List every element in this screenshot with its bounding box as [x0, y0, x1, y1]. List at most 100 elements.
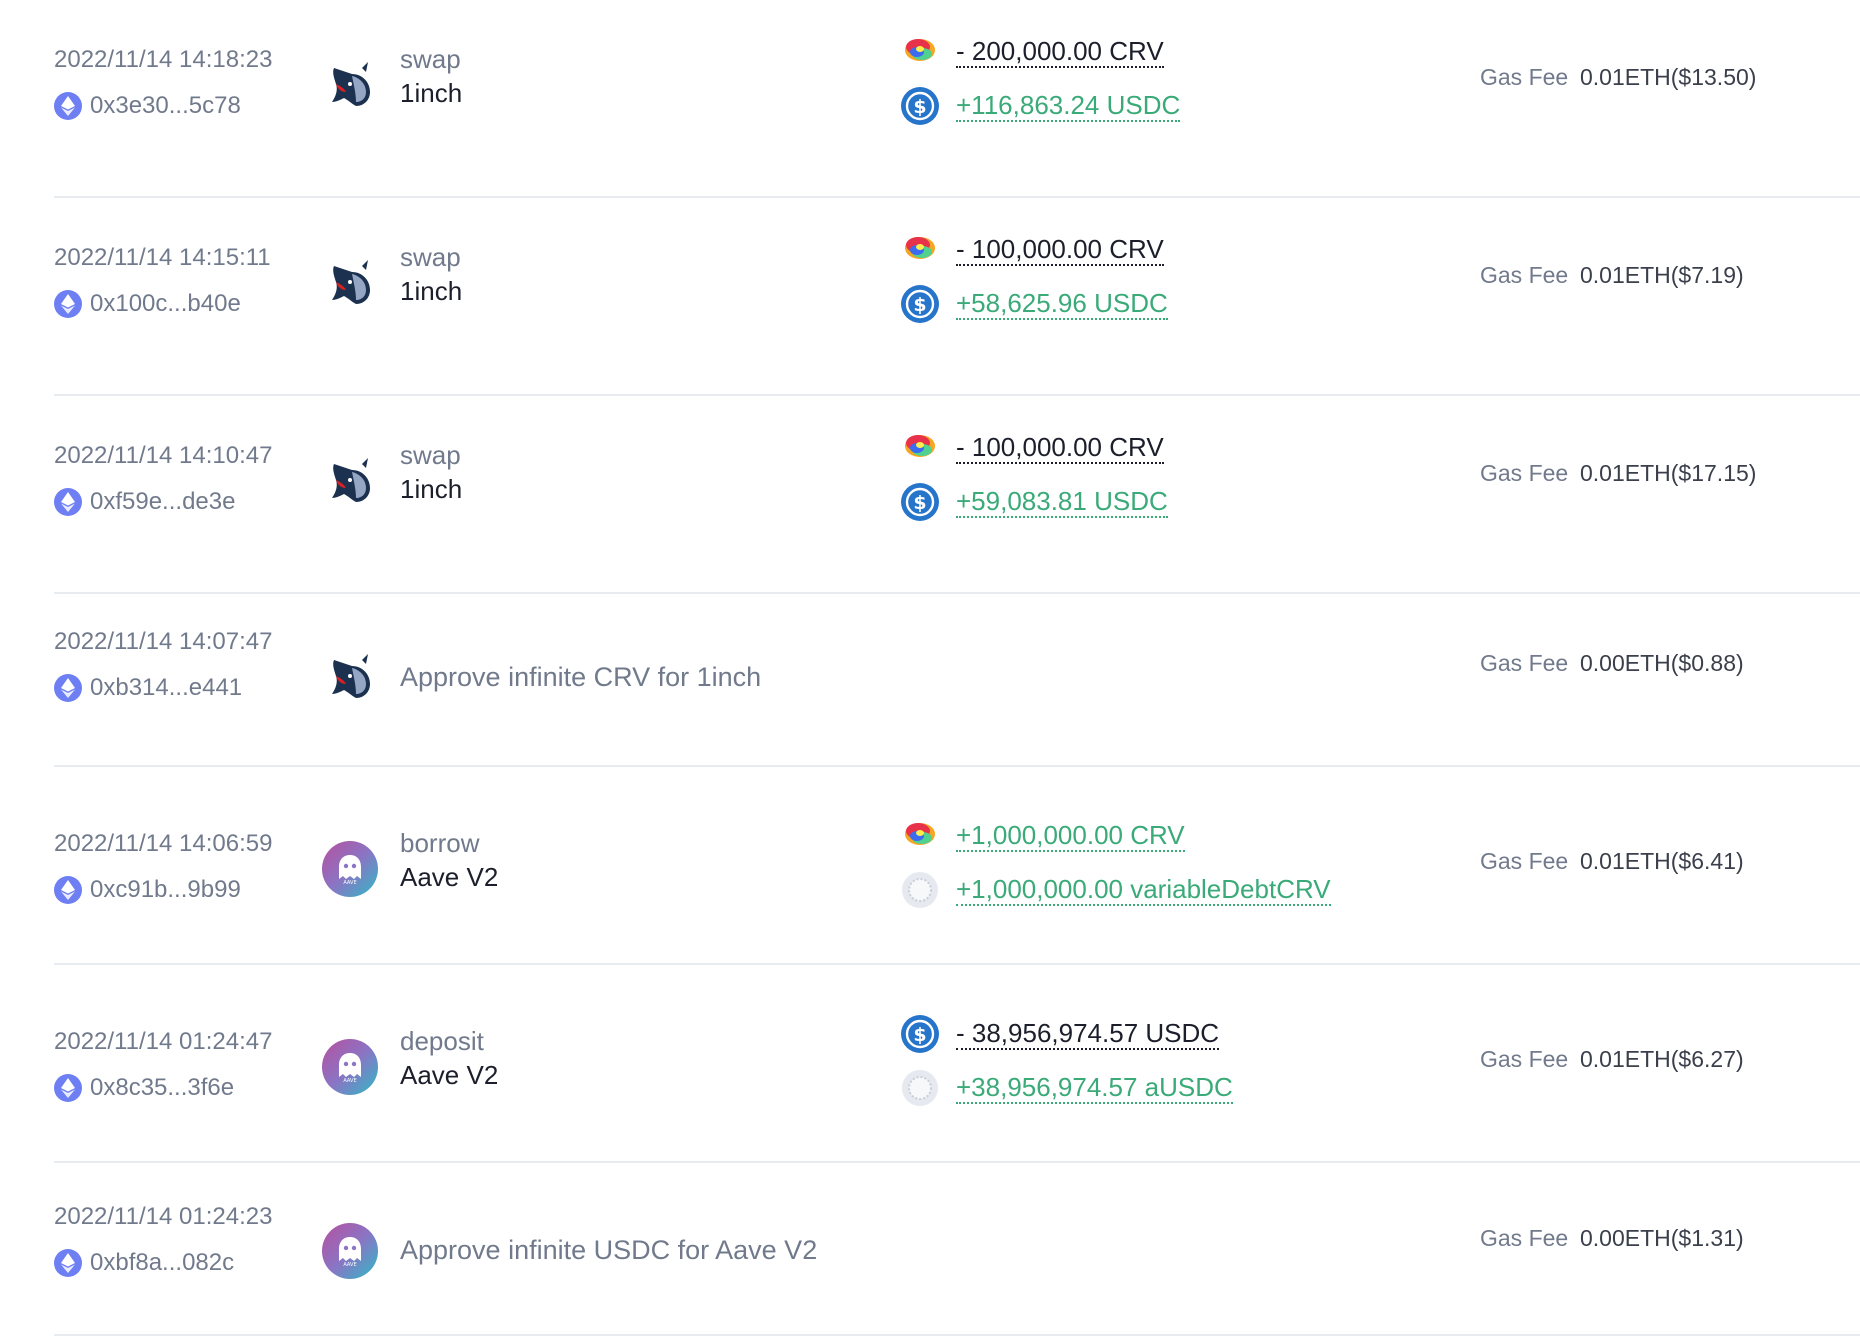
ethereum-icon: [54, 290, 82, 318]
token-amount[interactable]: - 100,000.00 CRV: [956, 234, 1164, 266]
tx-hash-link[interactable]: 0x100c...b40e: [54, 290, 241, 318]
token-change: $ +58,625.96 USDC: [900, 284, 1168, 324]
token-change: - 100,000.00 CRV: [900, 428, 1164, 468]
svg-text:$: $: [913, 492, 926, 514]
token-amount[interactable]: +59,083.81 USDC: [956, 486, 1168, 518]
protocol-name[interactable]: 1inch: [400, 276, 462, 307]
token-amount[interactable]: +58,625.96 USDC: [956, 288, 1168, 320]
gas-fee-value: 0.00ETH($0.88): [1580, 650, 1744, 676]
token-change: - 200,000.00 CRV: [900, 32, 1164, 72]
gas-fee-value: 0.00ETH($1.31): [1580, 1225, 1744, 1251]
crv-icon: [905, 823, 935, 845]
tx-timestamp: 2022/11/14 01:24:47: [54, 1028, 273, 1055]
tx-action: swap: [400, 242, 461, 272]
tx-hash: 0xc91b...9b99: [90, 876, 241, 903]
gas-fee-value: 0.01ETH($7.19): [1580, 262, 1744, 288]
ethereum-icon: [54, 1249, 82, 1277]
unicorn-1inch-icon: [322, 650, 378, 706]
tx-hash-link[interactable]: 0xf59e...de3e: [54, 488, 235, 516]
tx-timestamp: 2022/11/14 01:24:23: [54, 1203, 273, 1230]
svg-text:AAVE: AAVE: [343, 1078, 356, 1083]
transaction-row: 2022/11/14 14:18:23 0x3e30...5c78 swap 1…: [54, 0, 1860, 198]
crv-icon: [905, 237, 935, 259]
tx-timestamp: 2022/11/14 14:18:23: [54, 46, 273, 73]
crv-icon: [905, 435, 935, 457]
tx-hash-link[interactable]: 0xbf8a...082c: [54, 1249, 234, 1277]
tx-action: borrow: [400, 828, 480, 858]
gas-fee-value: 0.01ETH($6.27): [1580, 1046, 1744, 1072]
gas-fee-label: Gas Fee: [1480, 848, 1569, 874]
token-change: $ - 38,956,974.57 USDC: [900, 1014, 1220, 1054]
tx-hash: 0x100c...b40e: [90, 290, 241, 317]
unicorn-1inch-icon: [322, 454, 378, 510]
protocol-name[interactable]: 1inch: [400, 474, 462, 505]
tx-hash-link[interactable]: 0x8c35...3f6e: [54, 1074, 234, 1102]
token-amount[interactable]: - 100,000.00 CRV: [956, 432, 1164, 464]
protocol-name[interactable]: Aave V2: [400, 1060, 498, 1091]
usdc-icon: $: [901, 1015, 939, 1053]
token-change: $ +116,863.24 USDC: [900, 86, 1181, 126]
gas-fee-label: Gas Fee: [1480, 262, 1569, 288]
tx-action: swap: [400, 44, 461, 74]
tx-hash: 0xbf8a...082c: [90, 1249, 235, 1276]
ethereum-icon: [54, 488, 82, 516]
transaction-row: 2022/11/14 14:06:59 0xc91b...9b99 AAVE b…: [54, 767, 1860, 965]
tx-timestamp: 2022/11/14 14:07:47: [54, 628, 273, 655]
generic-token-icon: [902, 1070, 938, 1106]
unicorn-1inch-icon: [322, 58, 378, 114]
tx-hash-link[interactable]: 0x3e30...5c78: [54, 92, 241, 120]
usdc-icon: $: [901, 285, 939, 323]
svg-text:AAVE: AAVE: [343, 1262, 356, 1267]
token-change: $ +59,083.81 USDC: [900, 482, 1168, 522]
svg-text:AAVE: AAVE: [343, 880, 356, 885]
unicorn-1inch-icon: [322, 256, 378, 312]
usdc-icon: $: [901, 483, 939, 521]
protocol-name[interactable]: Aave V2: [400, 862, 498, 893]
tx-timestamp: 2022/11/14 14:06:59: [54, 830, 273, 857]
svg-text:$: $: [913, 96, 926, 118]
svg-text:$: $: [913, 294, 926, 316]
gas-fee-label: Gas Fee: [1480, 1225, 1569, 1251]
ethereum-icon: [54, 674, 82, 702]
gas-fee-value: 0.01ETH($17.15): [1580, 460, 1757, 486]
gas-fee-label: Gas Fee: [1480, 650, 1569, 676]
tx-hash-link[interactable]: 0xb314...e441: [54, 674, 242, 702]
token-amount[interactable]: +38,956,974.57 aUSDC: [956, 1072, 1233, 1104]
aave-ghost-icon: AAVE: [322, 1223, 378, 1279]
ethereum-icon: [54, 92, 82, 120]
gas-fee-value: 0.01ETH($6.41): [1580, 848, 1744, 874]
gas-fee-value: 0.01ETH($13.50): [1580, 64, 1757, 90]
transaction-row: 2022/11/14 14:10:47 0xf59e...de3e swap 1…: [54, 396, 1860, 594]
approve-description: Approve infinite USDC for Aave V2: [400, 1235, 818, 1265]
token-amount[interactable]: - 200,000.00 CRV: [956, 36, 1164, 68]
token-amount[interactable]: +116,863.24 USDC: [956, 90, 1181, 122]
tx-action: deposit: [400, 1026, 484, 1056]
usdc-icon: $: [901, 87, 939, 125]
tx-hash: 0xf59e...de3e: [90, 488, 236, 515]
ethereum-icon: [54, 1074, 82, 1102]
transaction-row: 2022/11/14 01:24:47 0x8c35...3f6e AAVE d…: [54, 965, 1860, 1163]
ethereum-icon: [54, 876, 82, 904]
token-amount[interactable]: - 38,956,974.57 USDC: [956, 1018, 1220, 1050]
protocol-name[interactable]: 1inch: [400, 78, 462, 109]
tx-hash: 0xb314...e441: [90, 674, 243, 701]
transaction-row: 2022/11/14 01:24:23 0xbf8a...082c AAVE A…: [54, 1163, 1860, 1336]
gas-fee-label: Gas Fee: [1480, 64, 1569, 90]
transaction-list: 2022/11/14 14:18:23 0x3e30...5c78 swap 1…: [54, 0, 1860, 1336]
generic-token-icon: [902, 872, 938, 908]
crv-icon: [905, 39, 935, 61]
gas-fee-label: Gas Fee: [1480, 1046, 1569, 1072]
tx-timestamp: 2022/11/14 14:15:11: [54, 244, 271, 271]
approve-description: Approve infinite CRV for 1inch: [400, 662, 762, 692]
tx-hash: 0x3e30...5c78: [90, 92, 241, 119]
aave-ghost-icon: AAVE: [322, 1039, 378, 1095]
token-amount[interactable]: +1,000,000.00 CRV: [956, 820, 1185, 852]
tx-timestamp: 2022/11/14 14:10:47: [54, 442, 273, 469]
transaction-row: 2022/11/14 14:15:11 0x100c...b40e swap 1…: [54, 198, 1860, 396]
transaction-row: 2022/11/14 14:07:47 0xb314...e441 Approv…: [54, 594, 1860, 767]
token-change: +38,956,974.57 aUSDC: [900, 1068, 1233, 1108]
token-amount[interactable]: +1,000,000.00 variableDebtCRV: [956, 874, 1331, 906]
tx-action: swap: [400, 440, 461, 470]
tx-hash-link[interactable]: 0xc91b...9b99: [54, 876, 241, 904]
gas-fee-label: Gas Fee: [1480, 460, 1569, 486]
